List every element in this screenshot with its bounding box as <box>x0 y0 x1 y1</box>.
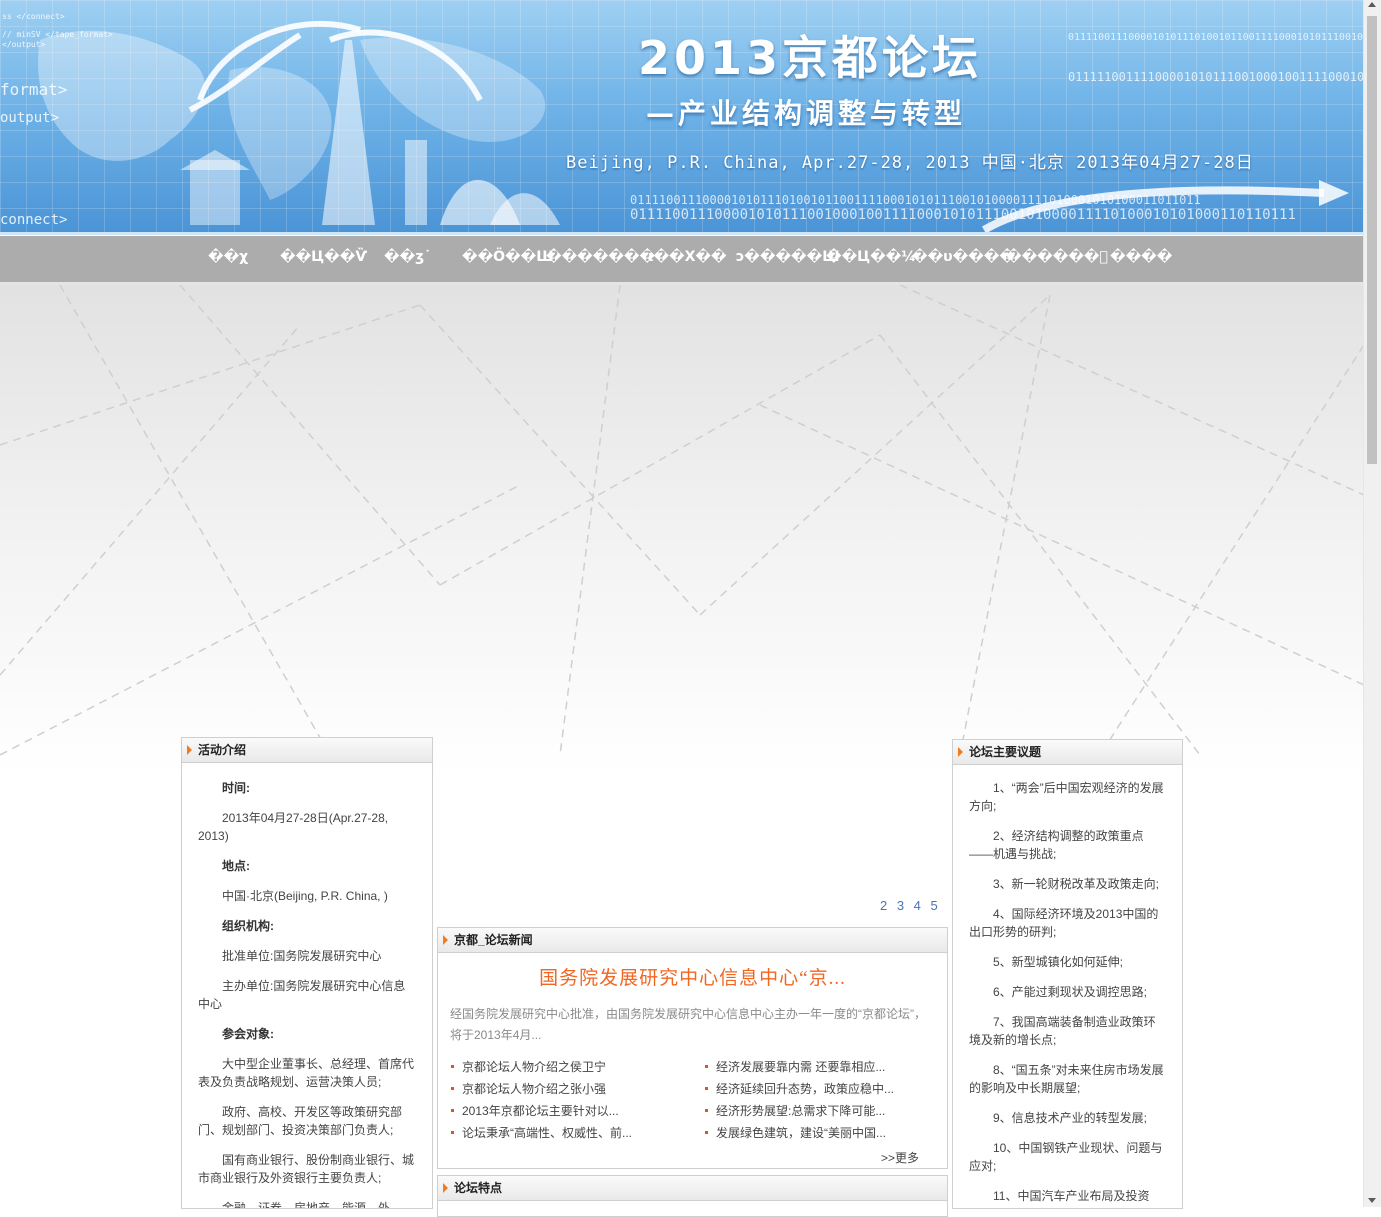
news-list-right: 经济发展要靠内需 还要靠相应... 经济延续回升态势，政策应稳中... 经济形势… <box>704 1056 944 1144</box>
topic-item: 6、产能过剩现状及调控思路; <box>993 985 1148 999</box>
bullet-icon <box>451 1087 454 1090</box>
vertical-scrollbar[interactable] <box>1363 0 1381 1207</box>
panel-header: 论坛主要议题 <box>953 740 1182 765</box>
time-value: 2013年04月27-28日(Apr.27-28, 2013) <box>198 811 389 843</box>
topic-item: 7、我国高端装备制造业政策环境及新的增长点; <box>969 1015 1156 1047</box>
org-host: 主办单位:国务院发展研究中心信息中心 <box>198 979 406 1011</box>
decorative-background <box>0 285 1364 775</box>
banner-binary: 0111100111000010101110100101100111100010… <box>1068 32 1364 43</box>
bullet-icon <box>705 1087 708 1090</box>
topic-item: 5、新型城镇化如何延伸; <box>993 955 1124 969</box>
activity-intro-panel: 活动介绍 时间: 2013年04月27-28日(Apr.27-28, 2013)… <box>181 737 433 1209</box>
attendee-item: 大中型企业董事长、总经理、首席代表及负责战略规划、运营决策人员; <box>198 1057 415 1089</box>
panel-header: 论坛特点 <box>438 1176 947 1201</box>
news-list-item[interactable]: 经济形势展望:总需求下降可能... <box>704 1100 944 1122</box>
news-panel: 京都_论坛新闻 国务院发展研究中心信息中心“京... 经国务院发展研究中心批准，… <box>437 927 948 1169</box>
banner-code-text: connect> <box>0 212 68 228</box>
place-value: 中国·北京(Beijing, P.R. China, ) <box>222 889 388 903</box>
topic-item: 11、中国汽车产业布局及投资 <box>993 1189 1150 1203</box>
header-banner: ss </connect> // minSV </tape_format> </… <box>0 0 1364 235</box>
news-list-item[interactable]: 经济发展要靠内需 还要靠相应... <box>704 1056 944 1078</box>
place-label: 地点: <box>222 859 250 873</box>
bullet-icon <box>705 1065 708 1068</box>
panel-header: 京都_论坛新闻 <box>438 928 947 953</box>
panel-title: 论坛主要议题 <box>969 745 1042 759</box>
attendee-label: 参会对象: <box>222 1027 274 1041</box>
topic-item: 1、“两会”后中国宏观经济的发展方向; <box>969 781 1164 813</box>
org-approve: 批准单位:国务院发展研究中心 <box>222 949 382 963</box>
slideshow-pager[interactable]: 2 3 4 5 <box>880 898 938 913</box>
nav-item[interactable]: �������· <box>546 249 660 265</box>
nav-item[interactable]: ��υ���� <box>912 249 1015 265</box>
banner-binary: 0111110011110000101011100100010011110001… <box>1068 70 1364 84</box>
topic-item: 3、新一轮财税改革及政策走向; <box>993 877 1160 891</box>
bullet-icon <box>705 1109 708 1112</box>
bullet-icon <box>451 1109 454 1112</box>
news-list-left: 京都论坛人物介绍之侯卫宁 京都论坛人物介绍之张小强 2013年京都论坛主要针对以… <box>450 1056 690 1144</box>
geometric-lines-pattern <box>0 285 1364 756</box>
banner-title: 2013京都论坛 <box>638 31 983 85</box>
nav-item[interactable]: ɔ�����Ш <box>736 249 840 265</box>
bullet-icon <box>705 1131 708 1134</box>
attendee-item: 国有商业银行、股份制商业银行、城市商业银行及外资银行主要负责人; <box>198 1153 415 1185</box>
banner-code-text: output> <box>0 110 60 126</box>
topic-item: 10、中国钢铁产业现状、问题与应对; <box>969 1141 1163 1173</box>
news-list-item[interactable]: 论坛秉承“高端性、权威性、前... <box>450 1122 690 1144</box>
banner-code-text: </output> <box>2 40 46 49</box>
news-list-item[interactable]: 2013年京都论坛主要针对以... <box>450 1100 690 1122</box>
news-list-item[interactable]: 京都论坛人物介绍之张小强 <box>450 1078 690 1100</box>
arrow-bullet-icon <box>443 1183 448 1193</box>
banner-subtitle: —产业结构调整与转型 <box>646 97 967 130</box>
nav-item[interactable]: ι��Χ�� <box>648 249 727 265</box>
banner-code-text: // minSV </tape_format> <box>2 30 113 39</box>
scrollbar-thumb[interactable] <box>1367 16 1377 464</box>
time-label: 时间: <box>222 781 250 795</box>
topic-item: 2、经济结构调整的政策重点——机遇与挑战; <box>969 829 1144 861</box>
scroll-down-arrow-icon[interactable] <box>1368 1198 1376 1203</box>
arrow-bullet-icon <box>443 935 448 945</box>
panel-title[interactable]: 京都_论坛新闻 <box>454 933 533 947</box>
banner-swoosh-arrow <box>981 180 1349 232</box>
bullet-icon <box>451 1131 454 1134</box>
more-link[interactable]: >>更多 <box>881 1149 919 1166</box>
bullet-icon <box>451 1065 454 1068</box>
arrow-bullet-icon <box>187 745 192 755</box>
nav-item[interactable]: ��Ц��Ѷ <box>280 249 367 265</box>
banner-date-line: Beijing, P.R. China, Apr.27-28, 2013 中国·… <box>566 153 1254 173</box>
news-list-item[interactable]: 经济延续回升态势，政策应稳中... <box>704 1078 944 1100</box>
panel-title: 论坛特点 <box>454 1181 503 1195</box>
main-topics-panel: 论坛主要议题 1、“两会”后中国宏观经济的发展方向; 2、经济结构调整的政策重点… <box>952 739 1183 1209</box>
arrow-bullet-icon <box>958 747 963 757</box>
scroll-up-arrow-icon[interactable] <box>1368 2 1376 7</box>
news-summary: 经国务院发展研究中心批准，由国务院发展研究中心信息中心主办一年一度的“京都论坛”… <box>450 1007 926 1042</box>
nav-item[interactable]: ��Ц��¼ <box>826 249 916 265</box>
nav-item[interactable]: ������ฺ <box>1006 249 1108 265</box>
panel-header: 活动介绍 <box>182 738 432 763</box>
topic-item: 8、“国五条”对未来住房市场发展的影响及中长期展望; <box>969 1063 1164 1095</box>
panel-title: 活动介绍 <box>198 743 247 757</box>
topic-item: 9、信息技术产业的转型发展; <box>993 1111 1148 1125</box>
nav-item[interactable]: ��ʒ˙ <box>384 249 431 265</box>
nav-item[interactable]: ���� <box>1110 249 1172 265</box>
news-headline[interactable]: 国务院发展研究中心信息中心“京... <box>438 963 947 990</box>
news-list-item[interactable]: 京都论坛人物介绍之侯卫宁 <box>450 1056 690 1078</box>
news-list-item[interactable]: 发展绿色建筑，建设“美丽中国... <box>704 1122 944 1144</box>
nav-item[interactable]: ��Ö��Ш <box>462 249 554 265</box>
banner-code-text: format> <box>0 80 68 99</box>
nav-item[interactable]: ��χ <box>208 249 248 265</box>
banner-code-text: ss </connect> <box>2 12 65 21</box>
main-nav: ��χ ��Ц��Ѷ ��ʒ˙ ��Ö��Ш �������· ι��Χ�� ɔ… <box>0 236 1364 285</box>
topic-item: 4、国际经济环境及2013中国的出口形势的研判; <box>969 907 1159 939</box>
features-panel: 论坛特点 <box>437 1175 948 1217</box>
org-label: 组织机构: <box>222 919 274 933</box>
attendee-item: 金融、证券、房地产、能源、外 <box>222 1201 391 1209</box>
attendee-item: 政府、高校、开发区等政策研究部门、规划部门、投资决策部门负责人; <box>198 1105 403 1137</box>
